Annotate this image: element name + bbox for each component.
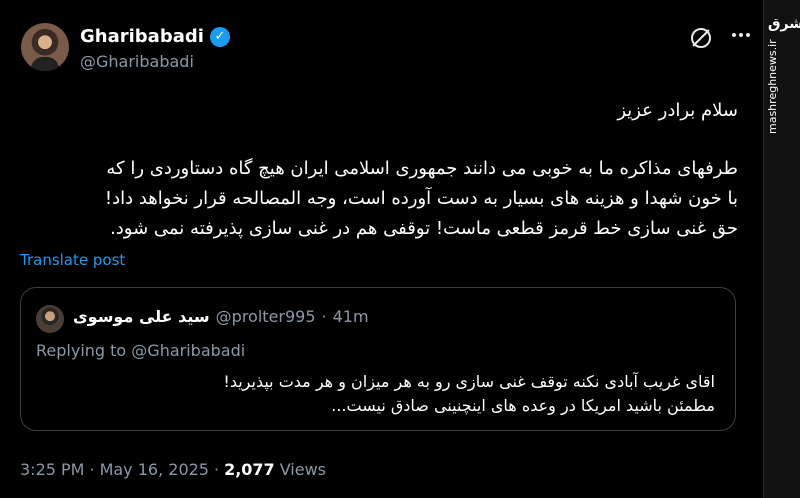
post-date[interactable]: May 16, 2025 xyxy=(100,460,209,479)
author-handle[interactable]: @Gharibabadi xyxy=(80,52,194,71)
post-metadata: 3:25 PM · May 16, 2025 · 2,077 Views xyxy=(20,460,326,479)
author-avatar[interactable] xyxy=(21,23,69,71)
author-name[interactable]: Gharibabadi xyxy=(80,26,204,47)
verified-badge-icon: ✓ xyxy=(209,26,230,47)
post-greeting: سلام برادر عزیز xyxy=(617,100,738,121)
quoted-post-header: سید علی موسوی @prolter995 · 41m xyxy=(73,307,369,326)
post-body-line: با خون شهدا و هزینه های بسیار به دست آور… xyxy=(104,188,738,209)
brand-url: mashreghnews.ir xyxy=(766,39,779,134)
post-body: طرفهای مذاکره ما به خوبی می دانند جمهوری… xyxy=(20,154,738,244)
quoted-text-line: اقای غریب آبادی نکنه توقف غنی سازی رو به… xyxy=(223,372,715,391)
replying-to-label: Replying to @Gharibabadi xyxy=(36,341,246,360)
more-options-icon[interactable] xyxy=(726,20,756,50)
grok-icon[interactable] xyxy=(688,25,714,51)
author-name-line[interactable]: Gharibabadi ✓ xyxy=(80,26,230,47)
post-time[interactable]: 3:25 PM xyxy=(20,460,84,479)
separator-dot: · xyxy=(89,460,95,479)
translate-post-link[interactable]: Translate post xyxy=(20,251,125,269)
post-body-line: طرفهای مذاکره ما به خوبی می دانند جمهوری… xyxy=(106,158,738,179)
quoted-author-handle[interactable]: @prolter995 xyxy=(216,307,316,326)
views-label: Views xyxy=(279,460,326,479)
separator-dot: · xyxy=(213,460,220,479)
quoted-post-text: اقای غریب آبادی نکنه توقف غنی سازی رو به… xyxy=(55,370,715,418)
quoted-text-line: مطمئن باشید امریکا در وعده های اینچنینی … xyxy=(331,396,715,415)
brand-logo: مشرق xyxy=(768,16,800,32)
views-count[interactable]: 2,077 xyxy=(224,460,275,479)
quoted-post[interactable]: سید علی موسوی @prolter995 · 41m Replying… xyxy=(20,287,736,431)
brand-watermark-strip: مشرق mashreghnews.ir xyxy=(763,0,800,498)
post-body-line: حق غنی سازی خط قرمز قطعی ماست! توقفی هم … xyxy=(110,218,738,239)
quoted-author-avatar[interactable] xyxy=(36,305,64,333)
quoted-author-name[interactable]: سید علی موسوی xyxy=(73,307,210,326)
separator-dot: · xyxy=(321,307,327,326)
quoted-post-time[interactable]: 41m xyxy=(333,307,369,326)
